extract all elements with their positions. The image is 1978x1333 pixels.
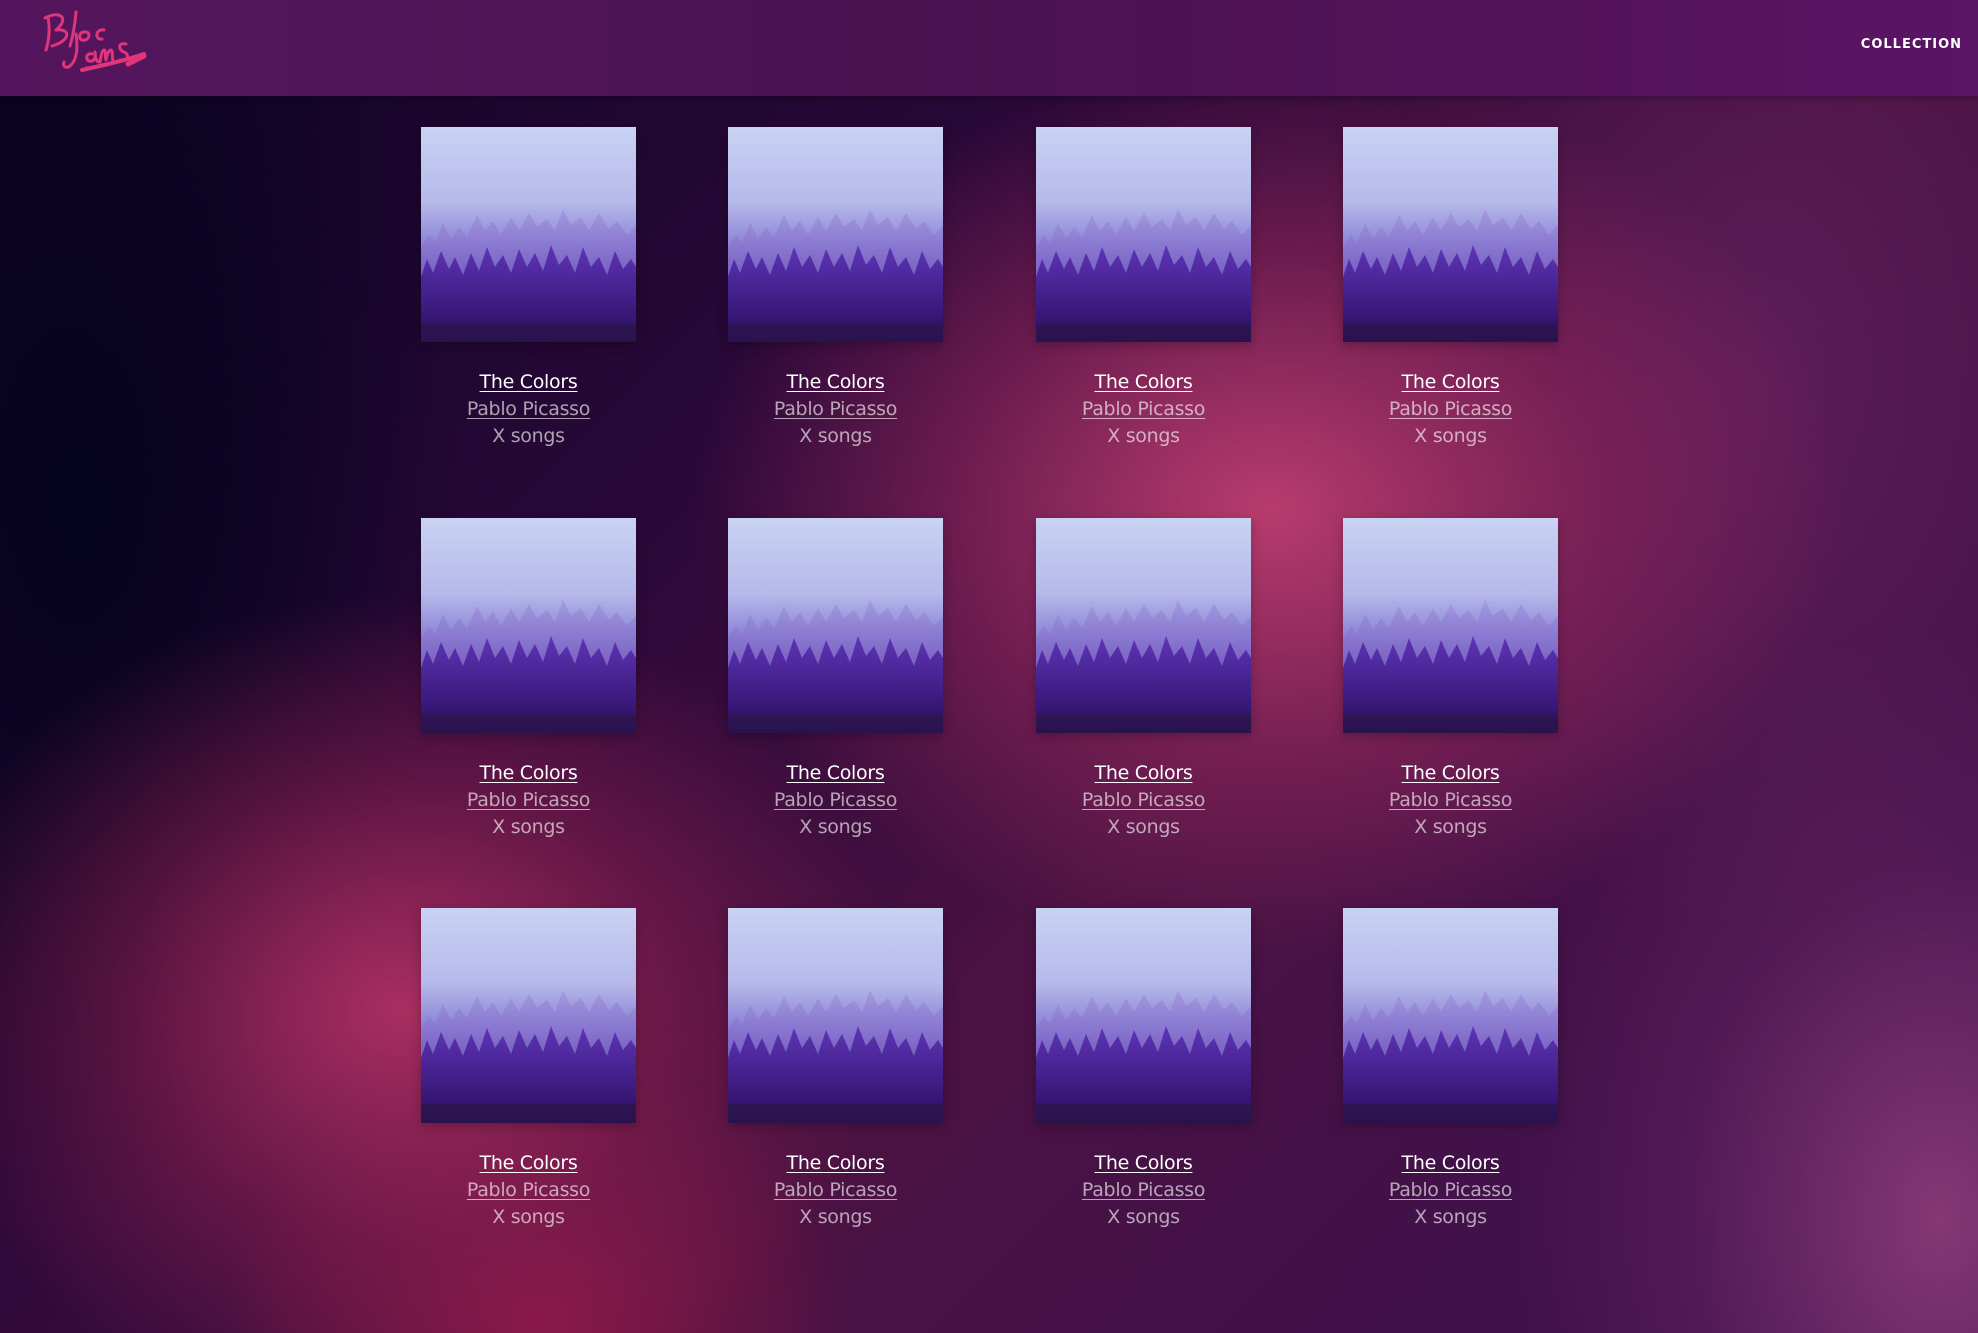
- album-info: The Colors Pablo Picasso X songs: [996, 1150, 1291, 1231]
- album-title-link[interactable]: The Colors: [787, 369, 885, 396]
- album-title-link[interactable]: The Colors: [1095, 760, 1193, 787]
- album-artist-link[interactable]: Pablo Picasso: [467, 396, 590, 423]
- album-cover-image: [1343, 908, 1558, 1123]
- album-cover-link[interactable]: [1036, 518, 1251, 733]
- album-cover-image: [1343, 127, 1558, 342]
- album-title-link[interactable]: The Colors: [1402, 1150, 1500, 1177]
- album-info: The Colors Pablo Picasso X songs: [996, 369, 1291, 450]
- album-cover-image: [728, 518, 943, 733]
- album-info: The Colors Pablo Picasso X songs: [996, 760, 1291, 841]
- album-cover-link[interactable]: [728, 518, 943, 733]
- album-cover-link[interactable]: [421, 908, 636, 1123]
- album-collection-grid: The Colors Pablo Picasso X songs The Color…: [0, 0, 1978, 1333]
- album-cover-image: [1036, 908, 1251, 1123]
- album-song-count: X songs: [1107, 816, 1180, 838]
- album-card: The Colors Pablo Picasso X songs: [1343, 127, 1558, 447]
- album-song-count: X songs: [799, 1206, 872, 1228]
- album-info: The Colors Pablo Picasso X songs: [1303, 1150, 1598, 1231]
- album-cover-link[interactable]: [1343, 518, 1558, 733]
- album-song-count: X songs: [799, 425, 872, 447]
- album-song-count: X songs: [1414, 425, 1487, 447]
- album-title-link[interactable]: The Colors: [480, 1150, 578, 1177]
- album-artist-link[interactable]: Pablo Picasso: [467, 1177, 590, 1204]
- album-song-count: X songs: [799, 816, 872, 838]
- album-song-count: X songs: [492, 425, 565, 447]
- album-song-count: X songs: [492, 816, 565, 838]
- album-cover-link[interactable]: [1343, 908, 1558, 1123]
- album-cover-link[interactable]: [1343, 127, 1558, 342]
- album-artist-link[interactable]: Pablo Picasso: [1082, 1177, 1205, 1204]
- album-card: The Colors Pablo Picasso X songs: [1036, 518, 1251, 838]
- album-info: The Colors Pablo Picasso X songs: [688, 369, 983, 450]
- album-title-link[interactable]: The Colors: [787, 1150, 885, 1177]
- album-card: The Colors Pablo Picasso X songs: [1343, 518, 1558, 838]
- album-cover-image: [1343, 518, 1558, 733]
- album-card: The Colors Pablo Picasso X songs: [1343, 908, 1558, 1228]
- album-song-count: X songs: [1107, 1206, 1180, 1228]
- album-info: The Colors Pablo Picasso X songs: [381, 369, 676, 450]
- album-info: The Colors Pablo Picasso X songs: [381, 760, 676, 841]
- album-song-count: X songs: [1414, 1206, 1487, 1228]
- album-title-link[interactable]: The Colors: [480, 760, 578, 787]
- album-card: The Colors Pablo Picasso X songs: [421, 908, 636, 1228]
- album-cover-link[interactable]: [1036, 908, 1251, 1123]
- album-title-link[interactable]: The Colors: [1095, 1150, 1193, 1177]
- album-title-link[interactable]: The Colors: [480, 369, 578, 396]
- album-cover-link[interactable]: [728, 127, 943, 342]
- album-cover-image: [1036, 518, 1251, 733]
- album-title-link[interactable]: The Colors: [787, 760, 885, 787]
- album-cover-image: [421, 908, 636, 1123]
- album-artist-link[interactable]: Pablo Picasso: [1389, 1177, 1512, 1204]
- album-card: The Colors Pablo Picasso X songs: [728, 908, 943, 1228]
- album-cover-link[interactable]: [728, 908, 943, 1123]
- album-title-link[interactable]: The Colors: [1402, 369, 1500, 396]
- album-info: The Colors Pablo Picasso X songs: [688, 760, 983, 841]
- album-info: The Colors Pablo Picasso X songs: [1303, 760, 1598, 841]
- album-card: The Colors Pablo Picasso X songs: [421, 127, 636, 447]
- album-artist-link[interactable]: Pablo Picasso: [774, 787, 897, 814]
- album-artist-link[interactable]: Pablo Picasso: [1389, 787, 1512, 814]
- album-info: The Colors Pablo Picasso X songs: [1303, 369, 1598, 450]
- album-cover-image: [728, 908, 943, 1123]
- album-info: The Colors Pablo Picasso X songs: [381, 1150, 676, 1231]
- album-artist-link[interactable]: Pablo Picasso: [1082, 787, 1205, 814]
- album-song-count: X songs: [1107, 425, 1180, 447]
- album-card: The Colors Pablo Picasso X songs: [421, 518, 636, 838]
- album-title-link[interactable]: The Colors: [1402, 760, 1500, 787]
- album-cover-link[interactable]: [421, 518, 636, 733]
- album-card: The Colors Pablo Picasso X songs: [728, 518, 943, 838]
- album-artist-link[interactable]: Pablo Picasso: [1389, 396, 1512, 423]
- album-card: The Colors Pablo Picasso X songs: [1036, 127, 1251, 447]
- album-cover-image: [421, 127, 636, 342]
- album-title-link[interactable]: The Colors: [1095, 369, 1193, 396]
- album-cover-link[interactable]: [1036, 127, 1251, 342]
- album-artist-link[interactable]: Pablo Picasso: [774, 396, 897, 423]
- album-cover-link[interactable]: [421, 127, 636, 342]
- album-song-count: X songs: [492, 1206, 565, 1228]
- album-card: The Colors Pablo Picasso X songs: [1036, 908, 1251, 1228]
- album-song-count: X songs: [1414, 816, 1487, 838]
- album-card: The Colors Pablo Picasso X songs: [728, 127, 943, 447]
- album-cover-image: [1036, 127, 1251, 342]
- album-artist-link[interactable]: Pablo Picasso: [1082, 396, 1205, 423]
- album-artist-link[interactable]: Pablo Picasso: [467, 787, 590, 814]
- album-artist-link[interactable]: Pablo Picasso: [774, 1177, 897, 1204]
- album-cover-image: [421, 518, 636, 733]
- album-cover-image: [728, 127, 943, 342]
- album-info: The Colors Pablo Picasso X songs: [688, 1150, 983, 1231]
